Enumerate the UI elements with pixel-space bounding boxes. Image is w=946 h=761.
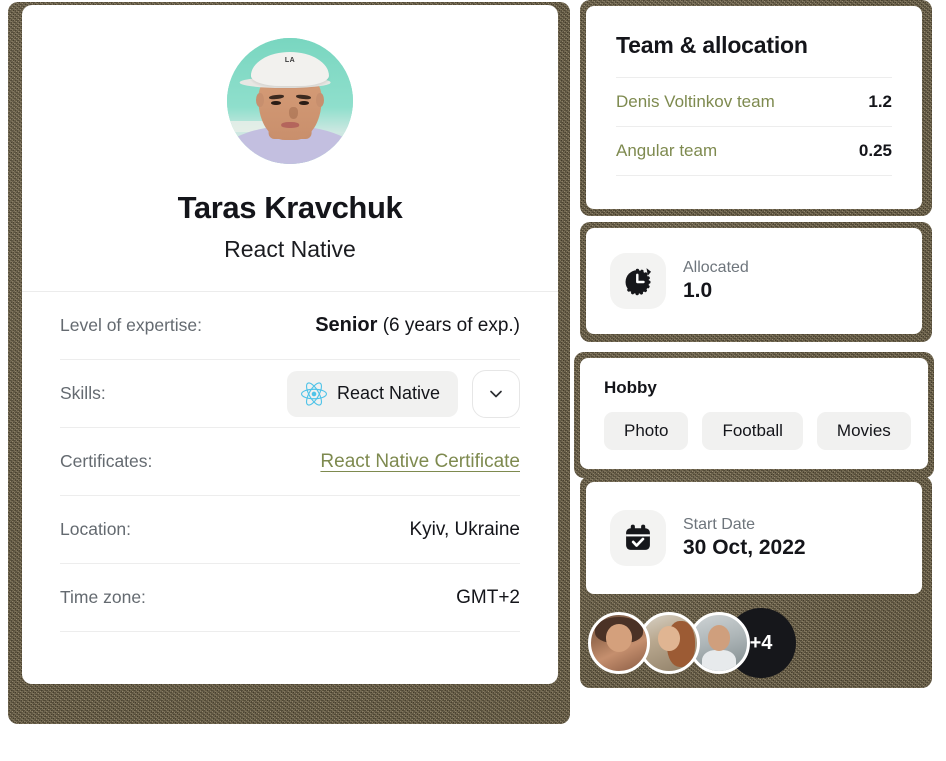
avatar-lips — [281, 122, 299, 129]
hobby-title: Hobby — [604, 378, 657, 397]
team-allocation-title: Team & allocation — [616, 32, 808, 58]
detail-value-expertise: Senior (6 years of exp.) — [315, 314, 520, 337]
allocated-label: Allocated — [683, 259, 749, 276]
avatar-nose — [288, 107, 298, 119]
avatar-ear-left — [255, 93, 264, 108]
team-allocation-value: 1.2 — [868, 92, 892, 111]
start-date-icon-box — [610, 510, 666, 566]
detail-value-timezone: GMT+2 — [456, 586, 520, 608]
hobby-tag[interactable]: Photo — [604, 412, 689, 450]
hobby-inner: Hobby Photo Football Movies — [580, 358, 928, 470]
skill-chip-react-native[interactable]: React Native — [286, 370, 458, 417]
hobby-card: Hobby Photo Football Movies — [580, 358, 928, 469]
profile-header: LA Taras Kravchuk React Native — [22, 5, 558, 292]
allocated-value: 1.0 — [683, 279, 713, 302]
allocated-icon-box — [610, 253, 666, 309]
profile-card: LA Taras Kravchuk React Native Level of … — [22, 5, 558, 684]
allocated-text-group: Allocated 1.0 — [683, 259, 749, 303]
page-title: Taras Kravchuk — [177, 190, 403, 225]
team-name: Denis Voltinkov team — [616, 92, 775, 111]
screenshot-root: LA Taras Kravchuk React Native Level of … — [0, 0, 946, 761]
calendar-check-icon — [626, 524, 650, 550]
certificate-link[interactable]: React Native Certificate — [320, 451, 520, 473]
expertise-years: (6 years of exp.) — [377, 315, 520, 336]
detail-value-location: Kyiv, Ukraine — [409, 518, 520, 540]
detail-row-timezone: Time zone: GMT+2 — [60, 564, 520, 632]
react-logo-icon — [300, 381, 327, 406]
avatar-cap-logo: LA — [284, 56, 296, 64]
detail-label-expertise: Level of expertise: — [60, 315, 203, 335]
hobby-tag[interactable]: Movies — [816, 412, 911, 450]
start-date-text-group: Start Date 30 Oct, 2022 — [683, 516, 806, 560]
allocated-row: Allocated 1.0 — [586, 228, 922, 334]
table-row[interactable]: Angular team 0.25 — [616, 126, 892, 176]
member-avatar-stack: +4 — [588, 608, 796, 678]
skills-control-group: React Native — [286, 369, 520, 418]
detail-label-skills: Skills: — [60, 383, 106, 403]
team-name: Angular team — [616, 141, 718, 160]
chevron-down-icon — [490, 390, 502, 397]
expertise-level: Senior — [315, 314, 378, 336]
stopwatch-icon — [625, 268, 652, 296]
start-date-value: 30 Oct, 2022 — [683, 536, 806, 559]
hobby-tag-list: Photo Football Movies — [604, 412, 911, 450]
member-avatar-1[interactable] — [588, 612, 650, 674]
hobby-tag[interactable]: Football — [702, 412, 803, 450]
skill-chip-label: React Native — [336, 383, 440, 403]
detail-row-certificates: Certificates: React Native Certificate — [60, 428, 520, 496]
team-allocation-card: Team & allocation Denis Voltinkov team 1… — [586, 6, 922, 209]
detail-row-location: Location: Kyiv, Ukraine — [60, 496, 520, 564]
skills-expand-button[interactable] — [472, 369, 520, 418]
detail-label-timezone: Time zone: — [60, 587, 146, 607]
start-date-card: Start Date 30 Oct, 2022 — [586, 482, 922, 594]
detail-row-expertise: Level of expertise: Senior (6 years of e… — [60, 292, 520, 360]
avatar-eye-left — [271, 101, 282, 105]
profile-role: React Native — [224, 236, 356, 262]
profile-details: Level of expertise: Senior (6 years of e… — [22, 292, 558, 632]
detail-label-certificates: Certificates: — [60, 451, 153, 471]
detail-row-skills: Skills: React Native — [60, 360, 520, 428]
start-date-label: Start Date — [683, 516, 756, 533]
allocated-card: Allocated 1.0 — [586, 228, 922, 334]
detail-label-location: Location: — [60, 519, 132, 539]
table-row[interactable]: Denis Voltinkov team 1.2 — [616, 77, 892, 126]
team-allocation-value: 0.25 — [858, 141, 892, 160]
start-date-row: Start Date 30 Oct, 2022 — [586, 482, 922, 594]
avatar-eye-right — [298, 101, 309, 105]
profile-avatar: LA — [227, 38, 353, 164]
